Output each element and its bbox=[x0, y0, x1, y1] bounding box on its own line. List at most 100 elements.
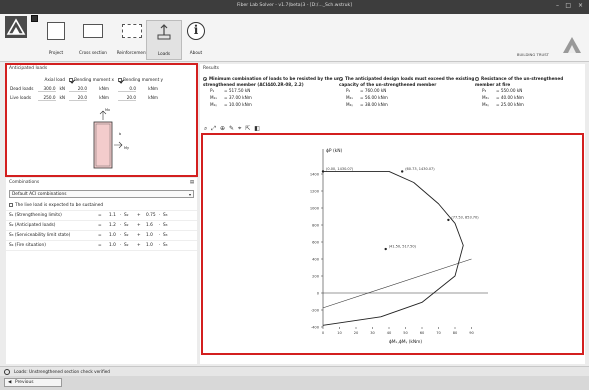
brand-logo-icon bbox=[561, 34, 583, 56]
result-option-3-title: Resistance of the un-strengthened member… bbox=[475, 76, 564, 87]
chart-toolbar: ⌕ ⤢ ⊕ ✎ ⌖ ⇱ ◧ bbox=[204, 125, 262, 133]
factor-1[interactable]: 1.1 bbox=[109, 211, 116, 221]
combinations-panel: Combinations ▤ Default ACI combinations … bbox=[6, 178, 197, 364]
combination-name: S₂ (Anticipated loads) bbox=[9, 223, 56, 228]
tab-loads[interactable]: Loads bbox=[146, 20, 182, 60]
tab-project[interactable]: Project bbox=[38, 20, 74, 60]
factor-1[interactable]: 1.0 bbox=[109, 231, 116, 241]
data-point-label: (60.73, 1430.07) bbox=[405, 167, 435, 171]
y-axis-label: ϕP (kN) bbox=[326, 148, 342, 154]
combinations-select[interactable]: Default ACI combinations ▾ bbox=[9, 190, 194, 198]
window-title: Fiber Lab Solver - v1.7(beta)3 - [D:/...… bbox=[236, 3, 353, 8]
status-ok-icon bbox=[4, 369, 10, 375]
navigation-bar: ◀ Previous bbox=[0, 376, 589, 390]
tab-about[interactable]: i About bbox=[178, 20, 214, 60]
factor-2[interactable]: 1.0 bbox=[146, 241, 153, 251]
result-value-row: M₃ᵧ = 25.00 kNm bbox=[482, 102, 524, 107]
tab-loads-label: Loads bbox=[157, 51, 171, 56]
result-value-row: P₁ = 517.50 kN bbox=[210, 88, 251, 93]
term-2: S₃ bbox=[163, 233, 168, 238]
result-value-row: M₃ₓ = 40.00 kNm bbox=[482, 95, 524, 100]
list-item: S₂ (Anticipated loads) = 1.2 · S₂ +1.6 · S₃ bbox=[6, 221, 197, 231]
save-icon[interactable] bbox=[31, 15, 38, 22]
result-value-row: P₂ = 760.00 kN bbox=[346, 88, 387, 93]
home-icon[interactable]: ⇱ bbox=[245, 125, 250, 132]
brand-label: BUILDING TRUST bbox=[516, 52, 549, 57]
loads-highlight-frame bbox=[5, 63, 198, 177]
data-point bbox=[321, 170, 325, 173]
combinations-title: Combinations bbox=[9, 180, 40, 185]
minimize-button[interactable]: – bbox=[556, 2, 559, 9]
factor-1[interactable]: 1.2 bbox=[109, 221, 116, 231]
chevron-down-icon: ▾ bbox=[188, 192, 191, 197]
edit-icon[interactable]: ✎ bbox=[229, 125, 234, 132]
term-1: S₂ bbox=[124, 243, 129, 248]
save-figure-icon[interactable]: ◧ bbox=[254, 125, 260, 132]
target-icon[interactable]: ⌖ bbox=[238, 125, 241, 132]
result-option-1[interactable]: Minimum combination of loads to be resis… bbox=[203, 76, 343, 108]
factor-2[interactable]: 1.0 bbox=[146, 231, 153, 241]
results-title: Results bbox=[203, 66, 219, 71]
result-option-3-radio[interactable] bbox=[475, 77, 479, 81]
factor-2[interactable]: 0.75 bbox=[146, 211, 156, 221]
result-option-1-title: Minimum combination of loads to be resis… bbox=[203, 76, 342, 87]
status-bar: Loads: Unstrengthened section check veri… bbox=[0, 366, 589, 376]
previous-label: Previous bbox=[15, 380, 34, 385]
status-text: Loads: Unstrengthened section check veri… bbox=[14, 369, 110, 374]
factor-1[interactable]: 1.0 bbox=[109, 241, 116, 251]
x-tick-label: 80 bbox=[453, 331, 458, 335]
previous-button[interactable]: ◀ Previous bbox=[4, 378, 62, 387]
combination-name: S₃ (Serviceability limit state) bbox=[9, 233, 71, 238]
close-button[interactable]: × bbox=[578, 2, 583, 9]
maximize-button[interactable]: □ bbox=[565, 2, 571, 9]
combinations-select-value: Default ACI combinations bbox=[12, 192, 67, 197]
result-option-2-radio[interactable] bbox=[339, 77, 343, 81]
panel-collapse-icon[interactable]: ▤ bbox=[190, 178, 194, 187]
x-tick-label: 90 bbox=[469, 331, 474, 335]
pan-icon[interactable]: ⤢ bbox=[211, 125, 216, 132]
term-2: S₃ bbox=[163, 223, 168, 228]
app-logo-icon[interactable] bbox=[5, 16, 27, 38]
y-tick-label: 1000 bbox=[310, 206, 320, 210]
data-point-label: (77.53, 853.70) bbox=[451, 215, 479, 219]
result-option-2[interactable]: The anticipated design loads must exceed… bbox=[339, 76, 479, 108]
x-tick-label: 0 bbox=[322, 331, 325, 335]
y-tick-label: 600 bbox=[312, 240, 320, 244]
zoom-icon[interactable]: ⌕ bbox=[204, 125, 207, 132]
y-tick-label: 1200 bbox=[310, 189, 320, 193]
y-tick-label: 800 bbox=[312, 223, 320, 227]
result-option-2-title: The anticipated design loads must exceed… bbox=[339, 76, 475, 87]
result-option-3[interactable]: Resistance of the un-strengthened member… bbox=[475, 76, 583, 108]
term-2: S₃ bbox=[163, 213, 168, 218]
y-tick-label: 400 bbox=[312, 257, 320, 261]
tab-cross-section[interactable]: Cross section bbox=[75, 20, 111, 60]
zoom-in-icon[interactable]: ⊕ bbox=[220, 125, 225, 132]
y-tick-label: 0 bbox=[317, 291, 320, 295]
result-option-1-radio[interactable] bbox=[203, 77, 207, 81]
term-1: S₂ bbox=[124, 213, 129, 218]
factor-2[interactable]: 1.6 bbox=[146, 221, 153, 231]
interaction-diagram-frame: -400 -200 0 200 400 600 800 1000 1200 1400 0 10 20 30… bbox=[201, 133, 584, 355]
result-value-row: P₃ = 550.00 kN bbox=[482, 88, 523, 93]
y-tick-label: 200 bbox=[312, 274, 320, 278]
x-tick-label: 50 bbox=[403, 331, 408, 335]
reference-line bbox=[322, 258, 472, 309]
tab-about-label: About bbox=[189, 50, 203, 55]
term-1: S₂ bbox=[124, 233, 129, 238]
x-tick-label: 30 bbox=[370, 331, 375, 335]
combination-name: S₁ (Strengthening limits) bbox=[9, 213, 62, 218]
sustained-checkbox-label: The live load is expected to be sustaine… bbox=[15, 203, 104, 208]
list-item: S₃ (Serviceability limit state) = 1.0 · S₂… bbox=[6, 231, 197, 241]
term-1: S₂ bbox=[124, 223, 129, 228]
list-item: S₄ (Fire situation) = 1.0 · S₂ +1.0 · S₃ bbox=[6, 241, 197, 251]
x-tick-label: 70 bbox=[436, 331, 441, 335]
sustained-checkbox-row[interactable]: The live load is expected to be sustaine… bbox=[6, 201, 197, 211]
sustained-checkbox[interactable] bbox=[9, 202, 13, 207]
data-point bbox=[401, 170, 404, 173]
y-tick-label: 1400 bbox=[310, 172, 320, 176]
result-value-row: M₂ₓ = 56.00 kNm bbox=[346, 95, 388, 100]
loads-icon bbox=[155, 23, 173, 41]
data-point-label: (41.50, 517.50) bbox=[389, 245, 417, 249]
x-axis-label: ϕMₓ,ϕMᵧ (kNm) bbox=[389, 339, 423, 345]
ribbon: Project Cross section Reinforcement Load… bbox=[0, 14, 589, 62]
